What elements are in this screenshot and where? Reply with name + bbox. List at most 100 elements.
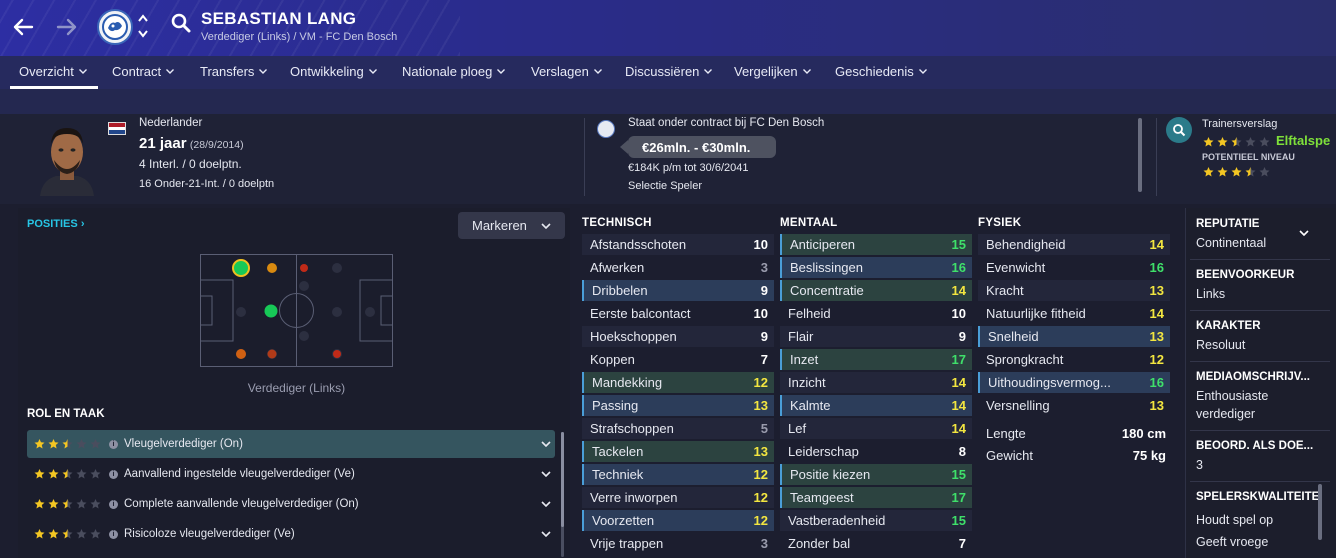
attribute-row[interactable]: Eerste balcontact 10 (582, 303, 774, 324)
tab-verslagen[interactable]: Verslagen (531, 64, 602, 79)
star-half-icon (62, 499, 73, 509)
info-column (1185, 208, 1336, 558)
positions-header[interactable]: POSITIES › (27, 218, 84, 230)
attribute-row[interactable]: Passing 13 (582, 395, 774, 416)
attribute-row[interactable]: Zonder bal 7 (780, 533, 972, 554)
role-item[interactable]: i Vleugelverdediger (On) (27, 430, 555, 458)
roles-scrollbar-thumb[interactable] (561, 432, 564, 527)
tab-transfers[interactable]: Transfers (200, 64, 268, 79)
chevron-right-icon: › (80, 218, 85, 230)
attribute-value: 7 (760, 352, 768, 367)
attribute-row[interactable]: Kracht 13 (978, 280, 1170, 301)
attribute-row[interactable]: Strafschoppen 5 (582, 418, 774, 439)
tab-overzicht[interactable]: Overzicht (19, 64, 87, 79)
mark-dropdown-button[interactable]: Markeren (458, 212, 565, 239)
international-caps: 4 Interl. / 0 doelptn. (139, 157, 242, 171)
attribute-name: Kracht (986, 283, 1024, 298)
info-scrollbar[interactable] (1318, 484, 1322, 540)
squad-status: Selectie Speler (628, 180, 702, 192)
chevron-down-icon[interactable] (541, 471, 551, 477)
attribute-row[interactable]: Vastberadenheid 15 (780, 510, 972, 531)
attribute-row[interactable]: Beslissingen 16 (780, 257, 972, 278)
tab-contract[interactable]: Contract (112, 64, 175, 79)
attribute-row[interactable]: Positie kiezen 15 (780, 464, 972, 485)
attribute-row[interactable]: Natuurlijke fitheid 14 (978, 303, 1170, 324)
position-marker (264, 304, 278, 318)
attribute-row[interactable]: Hoekschoppen 9 (582, 326, 774, 347)
attribute-row[interactable]: Inzet 17 (780, 349, 972, 370)
attribute-row[interactable]: Afstandsschoten 10 (582, 234, 774, 255)
role-item[interactable]: i Risicoloze vleugelverdediger (Ve) (27, 520, 555, 548)
chevron-down-icon[interactable] (541, 441, 551, 447)
tab-ontwikkeling[interactable]: Ontwikkeling (290, 64, 377, 79)
tab-vergelijken[interactable]: Vergelijken (734, 64, 811, 79)
club-switch-chevrons-icon[interactable] (137, 11, 149, 41)
attribute-row[interactable]: Teamgeest 17 (780, 487, 972, 508)
attribute-name: Voorzetten (592, 513, 655, 528)
attribute-row[interactable]: Leiderschap 8 (780, 441, 972, 462)
star-full-icon (1203, 137, 1214, 147)
scout-search-button[interactable] (1166, 117, 1192, 143)
attribute-value: 17 (951, 352, 966, 367)
chevron-down-icon[interactable] (541, 531, 551, 537)
attribute-row[interactable]: Sprongkracht 12 (978, 349, 1170, 370)
info-icon[interactable]: i (109, 439, 118, 449)
attribute-row[interactable]: Afwerken 3 (582, 257, 774, 278)
attribute-row[interactable]: Voorzetten 12 (582, 510, 774, 531)
chevron-down-icon[interactable] (541, 501, 551, 507)
contract-status: Staat onder contract bij FC Den Bosch (628, 117, 825, 129)
potential-ability-stars (1202, 166, 1271, 178)
attribute-row[interactable]: Kalmte 14 (780, 395, 972, 416)
attribute-row[interactable]: Versnelling 13 (978, 395, 1170, 416)
back-arrow-icon[interactable] (8, 12, 38, 42)
attribute-row[interactable]: Concentratie 14 (780, 280, 972, 301)
attribute-row[interactable]: Techniek 12 (582, 464, 774, 485)
attribute-name: Afwerken (590, 260, 645, 275)
attribute-row[interactable]: Flair 9 (780, 326, 972, 347)
star-full-icon (34, 439, 45, 449)
star-empty-icon (76, 499, 87, 509)
attribute-row[interactable]: Mandekking 12 (582, 372, 774, 393)
role-item[interactable]: i Complete aanvallende vleugelverdediger … (27, 490, 555, 518)
positions-header-label: POSITIES (27, 218, 78, 230)
club-crest-icon[interactable] (97, 9, 133, 45)
attribute-row[interactable]: Dribbelen 9 (582, 280, 774, 301)
current-ability-stars (1202, 136, 1271, 148)
attribute-row[interactable]: Lef 14 (780, 418, 972, 439)
attribute-row[interactable]: Uithoudingsvermog... 16 (978, 372, 1170, 393)
star-half-icon (62, 439, 73, 449)
attribute-row[interactable]: Anticiperen 15 (780, 234, 972, 255)
physical-header: FYSIEK (978, 217, 1022, 229)
header-bar: SEBASTIAN LANG Verdediger (Links) / VM -… (0, 0, 1336, 56)
attribute-row[interactable]: Evenwicht 16 (978, 257, 1170, 278)
tab-discussieren[interactable]: Discussiëren (625, 64, 713, 79)
attribute-name: Behendigheid (986, 237, 1066, 252)
transfer-value-badge[interactable]: €26mln. - €30mln. (628, 136, 776, 158)
attribute-row[interactable]: Inzicht 14 (780, 372, 972, 393)
attribute-row[interactable]: Vrije trappen 3 (582, 533, 774, 554)
attribute-value: 13 (1149, 329, 1164, 344)
attribute-value: 16 (951, 260, 966, 275)
search-icon[interactable] (170, 12, 194, 38)
attribute-row[interactable]: Snelheid 13 (978, 326, 1170, 347)
tab-nationale-ploeg[interactable]: Nationale ploeg (402, 64, 506, 79)
info-icon[interactable]: i (109, 529, 118, 539)
star-half-icon (1231, 137, 1242, 147)
info-icon[interactable]: i (109, 499, 118, 509)
attribute-row[interactable]: Tackelen 13 (582, 441, 774, 462)
attribute-row[interactable]: Behendigheid 14 (978, 234, 1170, 255)
position-marker (267, 263, 277, 273)
role-label: Risicoloze vleugelverdediger (Ve) (124, 528, 295, 540)
attribute-row[interactable]: Verre inworpen 12 (582, 487, 774, 508)
info-icon[interactable]: i (109, 469, 118, 479)
profile-scrollbar[interactable] (1138, 118, 1142, 192)
chevron-down-icon[interactable] (1299, 230, 1309, 236)
role-item[interactable]: i Aanvallend ingestelde vleugelverdediger… (27, 460, 555, 488)
attribute-row[interactable]: Koppen 7 (582, 349, 774, 370)
attribute-row[interactable]: Felheid 10 (780, 303, 972, 324)
star-empty-icon (90, 469, 101, 479)
forward-arrow-icon[interactable] (52, 12, 82, 42)
mental-header: MENTAAL (780, 217, 838, 229)
tab-geschiedenis[interactable]: Geschiedenis (835, 64, 927, 79)
star-half-icon (62, 529, 73, 539)
